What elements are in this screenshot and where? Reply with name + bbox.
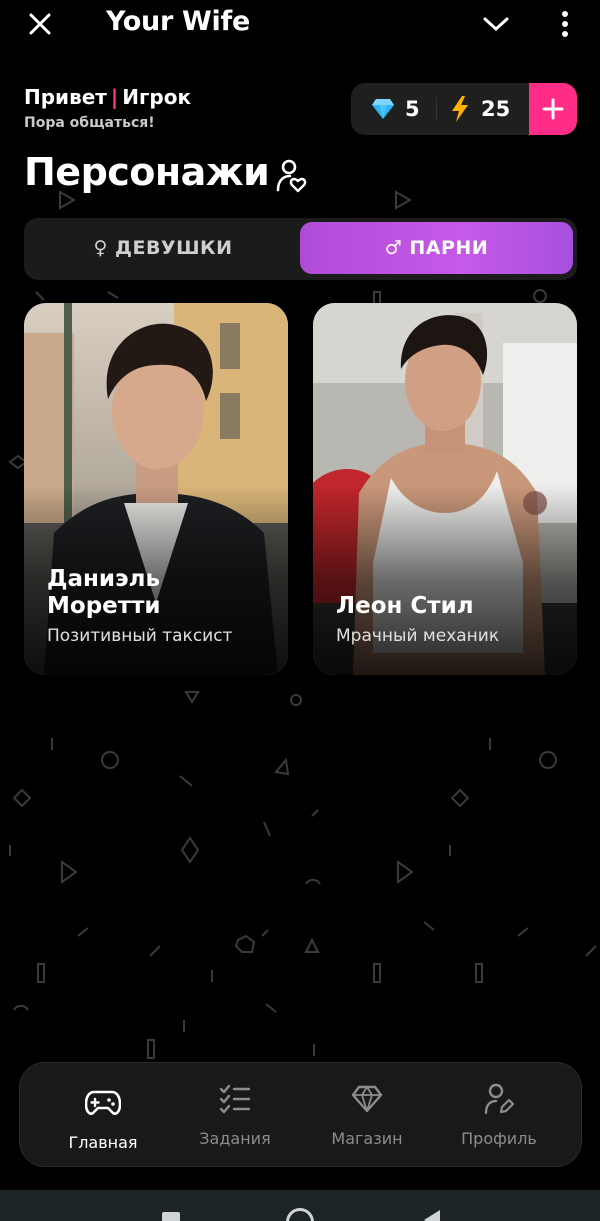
character-name: Даниэль Моретти xyxy=(47,566,161,619)
greeting-hello: Привет xyxy=(24,85,107,109)
user-heart-icon[interactable] xyxy=(276,158,308,194)
nav-label-tasks: Задания xyxy=(199,1129,271,1148)
nav-item-shop[interactable]: Магазин xyxy=(302,1079,432,1155)
system-nav-bar xyxy=(0,1190,600,1221)
diamond-icon xyxy=(372,99,394,119)
card-shade xyxy=(313,485,577,675)
chevron-down-icon[interactable] xyxy=(478,8,514,40)
character-role: Мрачный механик xyxy=(336,626,500,646)
greeting-separator: | xyxy=(110,85,119,109)
nav-item-tasks[interactable]: Задания xyxy=(170,1079,300,1155)
greeting: Привет | Игрок Пора общаться! xyxy=(24,85,191,131)
page-title: Персонажи xyxy=(24,150,270,194)
recents-button[interactable] xyxy=(162,1212,180,1221)
character-name: Леон Стил xyxy=(336,593,474,619)
user-edit-icon xyxy=(479,1079,519,1119)
character-card[interactable]: Даниэль Моретти Позитивный таксист xyxy=(24,303,288,675)
nav-item-profile[interactable]: Профиль xyxy=(434,1079,564,1155)
nav-label-profile: Профиль xyxy=(461,1129,537,1148)
close-icon[interactable] xyxy=(22,6,58,42)
gamepad-icon xyxy=(83,1083,123,1123)
plus-icon xyxy=(542,98,564,120)
app-bar: Your Wife xyxy=(0,0,600,50)
greeting-line: Привет | Игрок xyxy=(24,85,191,109)
gem-icon xyxy=(347,1079,387,1119)
gems-value: 5 xyxy=(405,97,420,121)
character-card[interactable]: Леон Стил Мрачный механик xyxy=(313,303,577,675)
more-vertical-icon[interactable] xyxy=(548,6,582,42)
app-title: Your Wife xyxy=(106,6,250,37)
wallet-divider xyxy=(436,97,437,121)
currency-wallet: 5 25 xyxy=(351,83,577,135)
nav-label-shop: Магазин xyxy=(331,1129,403,1148)
gender-filter: ♀ ДЕВУШКИ ♂ ПАРНИ xyxy=(24,218,577,280)
lightning-icon xyxy=(452,96,468,122)
nav-label-home: Главная xyxy=(68,1133,138,1152)
bottom-navigation: Главная Задания Магазин Профиль xyxy=(19,1062,582,1167)
gems-counter[interactable]: 5 xyxy=(371,83,420,135)
greeting-subtitle: Пора общаться! xyxy=(24,115,155,131)
greeting-username: Игрок xyxy=(122,85,192,109)
energy-value: 25 xyxy=(481,97,511,121)
home-button[interactable] xyxy=(286,1208,314,1221)
nav-item-home[interactable]: Главная xyxy=(38,1083,168,1159)
character-role: Позитивный таксист xyxy=(47,626,233,646)
add-currency-button[interactable] xyxy=(529,83,577,135)
back-button[interactable] xyxy=(424,1210,440,1221)
tab-girls[interactable]: ♀ ДЕВУШКИ xyxy=(28,222,298,274)
checklist-icon xyxy=(215,1079,255,1119)
tab-boys[interactable]: ♂ ПАРНИ xyxy=(300,222,573,274)
energy-counter[interactable]: 25 xyxy=(451,83,510,135)
